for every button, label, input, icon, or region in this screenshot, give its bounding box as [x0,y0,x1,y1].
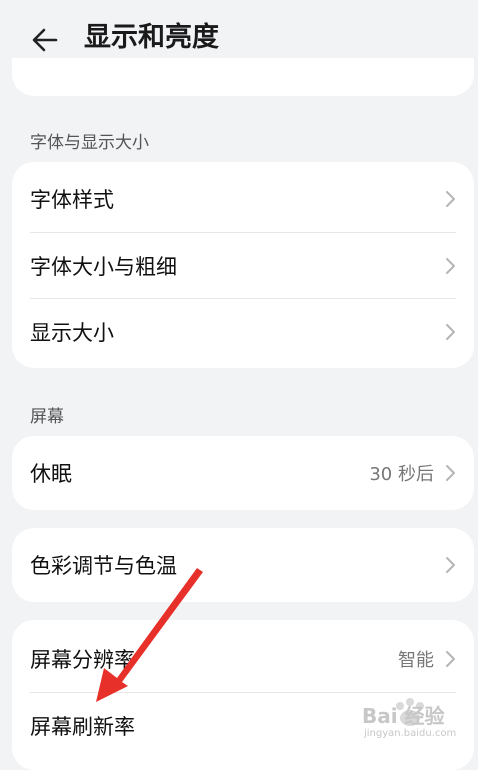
section-header-font: 字体与显示大小 [30,133,149,153]
back-arrow-icon[interactable] [30,24,62,56]
chevron-right-icon [446,324,455,340]
sleep-value: 30 秒后 [369,464,434,485]
sleep-label: 休眠 [30,462,72,486]
font-settings-card: 字体样式 字体大小与粗细 显示大小 [12,162,474,368]
chevron-right-icon [446,651,455,667]
font-style-label: 字体样式 [30,188,114,212]
screen-refresh-rate-label: 屏幕刷新率 [30,715,135,739]
screen-resolution-label: 屏幕分辨率 [30,648,135,672]
color-card: 色彩调节与色温 [12,528,474,602]
display-size-label: 显示大小 [30,321,114,345]
watermark-url: jingyan.baidu.com [364,728,457,739]
font-style-item[interactable]: 字体样式 [12,166,474,232]
chevron-right-icon [446,191,455,207]
color-temperature-item[interactable]: 色彩调节与色温 [12,532,474,598]
section-header-screen: 屏幕 [30,407,64,427]
screen-resolution-item[interactable]: 屏幕分辨率 智能 [12,626,474,692]
sleep-card: 休眠 30 秒后 [12,436,474,510]
display-size-item[interactable]: 显示大小 [12,299,474,365]
chevron-right-icon [446,258,455,274]
watermark-text: Bai 经验 [362,704,445,728]
screen-resolution-value: 智能 [398,650,434,671]
font-size-weight-label: 字体大小与粗细 [30,255,177,279]
font-size-weight-item[interactable]: 字体大小与粗细 [12,233,474,299]
chevron-right-icon [446,557,455,573]
chevron-right-icon [446,465,455,481]
sleep-item[interactable]: 休眠 30 秒后 [12,440,474,506]
previous-settings-card [12,58,474,96]
color-temperature-label: 色彩调节与色温 [30,554,177,578]
page-title: 显示和亮度 [84,22,219,53]
